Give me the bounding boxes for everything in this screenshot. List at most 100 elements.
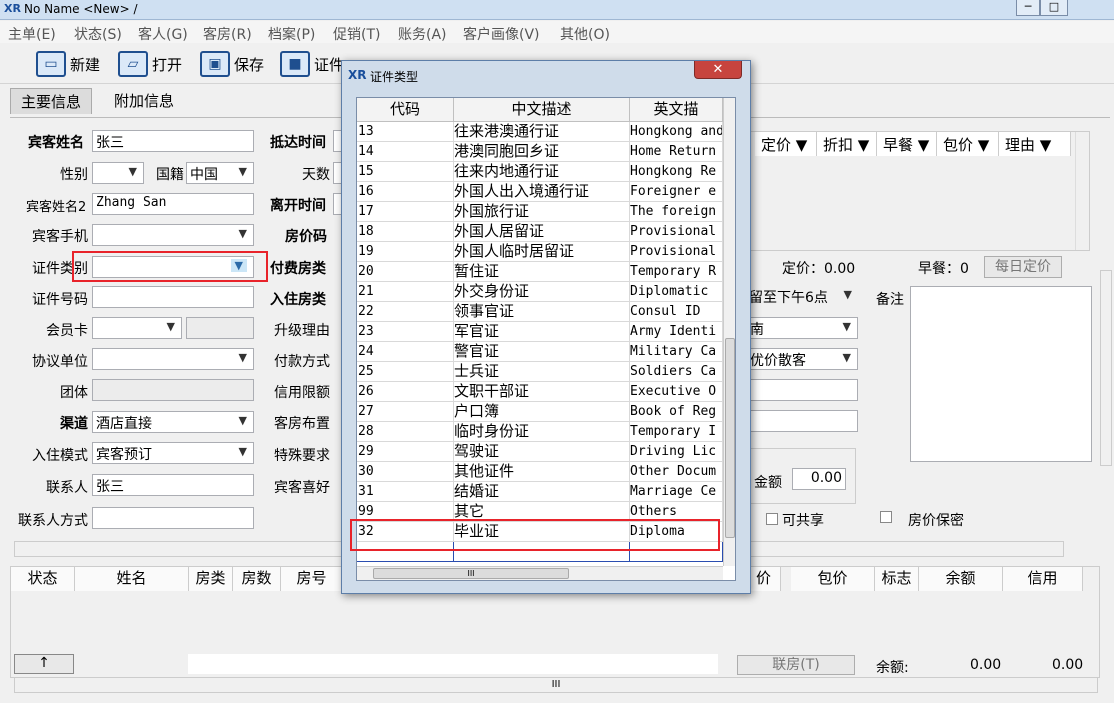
channel-select[interactable]: 酒店直接 ▼ xyxy=(92,411,254,433)
id-type-row[interactable]: 16 外国人出入境通行证 Foreigner e xyxy=(357,182,723,202)
tab-main-info[interactable]: 主要信息 xyxy=(10,88,93,114)
col-header-name[interactable]: 姓名 xyxy=(75,567,189,591)
id-type-row[interactable]: 14 港澳同胞回乡证 Home Return xyxy=(357,142,723,162)
menu-main[interactable]: 主单(E) xyxy=(8,24,56,44)
scroll-thumb[interactable] xyxy=(725,338,735,538)
shareable-checkbox[interactable] xyxy=(766,513,778,525)
col-header-balance[interactable]: 余额 xyxy=(919,567,1003,591)
checkin-mode-select[interactable]: 宾客预订 ▼ xyxy=(92,442,254,464)
contact-input[interactable]: 张三 xyxy=(92,474,254,496)
menu-customer-profile[interactable]: 客户画像(V) xyxy=(463,24,540,44)
remark-textarea[interactable] xyxy=(910,286,1092,462)
dialog-vertical-scrollbar[interactable] xyxy=(723,98,735,566)
tab-extra-info[interactable]: 附加信息 xyxy=(104,88,184,114)
right-input-2[interactable] xyxy=(746,410,858,432)
header-english-desc[interactable]: 英文描 xyxy=(630,98,723,122)
id-type-row[interactable]: 29 驾驶证 Driving Lic xyxy=(357,442,723,462)
id-type-row[interactable]: 24 警官证 Military Ca xyxy=(357,342,723,362)
menu-promo[interactable]: 促销(T) xyxy=(333,24,380,44)
col-header-credit[interactable]: 信用 xyxy=(1003,567,1083,591)
guest-name2-input[interactable]: Zhang San xyxy=(92,193,254,215)
id-type-row[interactable]: 22 领事官证 Consul ID xyxy=(357,302,723,322)
maximize-button[interactable]: □ xyxy=(1040,0,1068,16)
col-header-room-count[interactable]: 房数 xyxy=(233,567,281,591)
grid-header-discount[interactable]: 折扣 ▼ xyxy=(817,132,877,156)
id-number-input[interactable] xyxy=(92,286,254,308)
grid-header-reason[interactable]: 理由 ▼ xyxy=(999,132,1071,156)
id-type-row[interactable]: 30 其他证件 Other Docum xyxy=(357,462,723,482)
id-type-row[interactable]: 31 结婚证 Marriage Ce xyxy=(357,482,723,502)
amount-input[interactable]: 0.00 xyxy=(792,468,846,490)
cell-code: 30 xyxy=(357,462,454,482)
new-button[interactable]: ▭ 新建 xyxy=(36,50,100,78)
link-room-button[interactable]: 联房(T) xyxy=(737,655,855,675)
form-vertical-scrollbar[interactable] xyxy=(1100,270,1112,466)
contact-method-input[interactable] xyxy=(92,507,254,529)
id-type-row[interactable]: 27 户口簿 Book of Reg xyxy=(357,402,723,422)
menu-status[interactable]: 状态(S) xyxy=(74,24,122,44)
member-card-select[interactable]: ▼ xyxy=(92,317,182,339)
bottom-horizontal-scrollbar[interactable]: III xyxy=(14,677,1098,693)
rate-grid: 定价 ▼ 折扣 ▼ 早餐 ▼ 包价 ▼ 理由 ▼ xyxy=(746,131,1090,251)
col-header-package[interactable]: 包价 xyxy=(791,567,875,591)
menu-profile[interactable]: 档案(P) xyxy=(268,24,315,44)
minimize-button[interactable]: ─ xyxy=(1016,0,1040,16)
menu-bar: 主单(E) 状态(S) 客人(G) 客房(R) 档案(P) 促销(T) 账务(A… xyxy=(0,21,1114,43)
dialog-horizontal-scrollbar[interactable]: III xyxy=(357,566,723,580)
scroll-up-button[interactable]: ↑ xyxy=(14,654,74,674)
id-type-row[interactable]: 18 外国人居留证 Provisional xyxy=(357,222,723,242)
id-type-row[interactable]: 26 文职干部证 Executive O xyxy=(357,382,723,402)
header-chinese-desc[interactable]: 中文描述 xyxy=(454,98,630,122)
cell-cn: 户口簿 xyxy=(454,402,630,422)
source-select[interactable]: 南 ▼ xyxy=(746,317,858,339)
nationality-select[interactable]: 中国 ▼ xyxy=(186,162,254,184)
grid-header-breakfast[interactable]: 早餐 ▼ xyxy=(877,132,937,156)
menu-room[interactable]: 客房(R) xyxy=(203,24,252,44)
id-type-row[interactable]: 13 往来港澳通行证 Hongkong and xyxy=(357,122,723,142)
dialog-close-button[interactable]: ✕ xyxy=(694,61,742,79)
scroll-thumb[interactable]: III xyxy=(373,568,569,579)
id-type-row[interactable]: 23 军官证 Army Identi xyxy=(357,322,723,342)
id-type-row[interactable]: 15 往来内地通行证 Hongkong Re xyxy=(357,162,723,182)
grid-header-package[interactable]: 包价 ▼ xyxy=(937,132,999,156)
price-secret-checkbox[interactable] xyxy=(880,511,892,523)
col-header-price[interactable]: 价 xyxy=(747,567,781,591)
id-type-row[interactable]: 21 外交身份证 Diplomatic xyxy=(357,282,723,302)
rate-code-label: 房价码 xyxy=(285,229,327,245)
save-button[interactable]: ▣ 保存 xyxy=(200,50,264,78)
folder-icon: ▱ xyxy=(118,51,148,77)
dialog-title: 证件类型 xyxy=(370,70,419,84)
col-header-status[interactable]: 状态 xyxy=(11,567,75,591)
id-type-row[interactable]: 19 外国人临时居留证 Provisional xyxy=(357,242,723,262)
id-number-label: 证件号码 xyxy=(32,292,88,308)
id-type-row[interactable]: 25 士兵证 Soldiers Ca xyxy=(357,362,723,382)
menu-guest[interactable]: 客人(G) xyxy=(138,24,188,44)
col-header-room-no[interactable]: 房号 xyxy=(281,567,343,591)
chevron-down-icon: ▼ xyxy=(238,227,247,240)
agreement-select[interactable]: ▼ xyxy=(92,348,254,370)
certificate-button[interactable]: ■ 证件 xyxy=(280,50,344,78)
cell-cn: 驾驶证 xyxy=(454,442,630,462)
gender-select[interactable]: ▼ xyxy=(92,162,144,184)
guest-name-input[interactable]: 张三 xyxy=(92,130,254,152)
id-type-row[interactable]: 17 外国旅行证 The foreign xyxy=(357,202,723,222)
cell-code: 21 xyxy=(357,282,454,302)
mobile-select[interactable]: ▼ xyxy=(92,224,254,246)
cell-en: Provisional xyxy=(630,242,723,262)
header-code[interactable]: 代码 xyxy=(357,98,454,122)
menu-other[interactable]: 其他(O) xyxy=(560,24,610,44)
market-select[interactable]: 优价散客 ▼ xyxy=(746,348,858,370)
id-type-row[interactable]: 28 临时身份证 Temporary I xyxy=(357,422,723,442)
daily-price-button[interactable]: 每日定价 xyxy=(984,256,1062,278)
menu-account[interactable]: 账务(A) xyxy=(398,24,447,44)
right-input-1[interactable] xyxy=(746,379,858,401)
col-header-flag[interactable]: 标志 xyxy=(875,567,919,591)
hold-until-select[interactable]: 留至下午6点 ▼ xyxy=(746,286,858,308)
rate-grid-scrollbar[interactable] xyxy=(1075,132,1089,250)
grid-header-price[interactable]: 定价 ▼ xyxy=(755,132,817,156)
cell-cn: 往来港澳通行证 xyxy=(454,122,630,142)
open-button[interactable]: ▱ 打开 xyxy=(118,50,182,78)
id-type-row[interactable]: 20 暂住证 Temporary R xyxy=(357,262,723,282)
col-header-room-type[interactable]: 房类 xyxy=(189,567,233,591)
window-title: No Name <New> / xyxy=(24,2,138,16)
